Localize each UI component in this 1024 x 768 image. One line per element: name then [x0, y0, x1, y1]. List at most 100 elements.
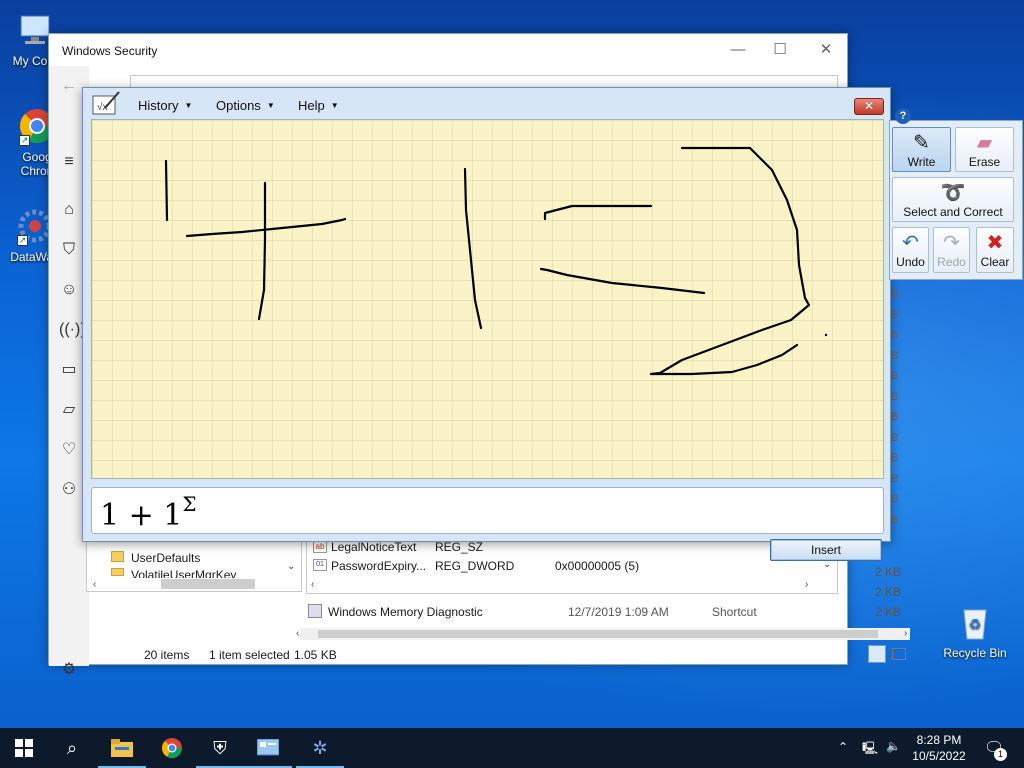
dropdown-caret-icon: ▼	[330, 101, 339, 110]
select-correct-label: Select and Correct	[903, 205, 1003, 219]
ink-stroke	[164, 159, 169, 222]
system-clock[interactable]: 8:28 PM 10/5/2022	[900, 732, 978, 764]
scroll-right-icon[interactable]: ›	[904, 628, 907, 639]
insert-button[interactable]: Insert	[770, 539, 882, 561]
dropdown-caret-icon: ▼	[266, 101, 275, 110]
reg-value-data: 0x00000005 (5)	[555, 559, 640, 573]
scroll-down-icon[interactable]: ⌄	[287, 561, 295, 572]
maximize-button[interactable]: ☐	[757, 39, 803, 61]
menu-label: Help	[298, 98, 325, 113]
write-button[interactable]: ✎ Write	[892, 127, 951, 172]
undo-button[interactable]: ↶ Undo	[892, 227, 929, 273]
status-selected: 1 item selected	[209, 648, 290, 662]
scroll-left-icon[interactable]: ‹	[93, 579, 96, 590]
file-size: 2 KB	[875, 565, 902, 579]
volume-icon[interactable]: 🔈	[886, 739, 901, 753]
taskbar: ⌕ ⛨ ✲ ⌃ 🖳 🔈 8:28 PM 10/5/2022 🗨 1	[0, 728, 1024, 768]
ink-dot	[824, 333, 828, 337]
menu-label: History	[138, 98, 179, 113]
family-icon[interactable]: ⚇	[59, 480, 79, 500]
recycle-bin-icon: ♻	[955, 602, 995, 642]
ink-stroke	[463, 167, 483, 330]
lasso-icon: ➰	[940, 182, 966, 204]
folder-icon	[111, 568, 124, 576]
redo-button[interactable]: ↷ Redo	[933, 227, 970, 273]
control-panel-icon	[256, 738, 280, 756]
menu-options[interactable]: Options ▼	[216, 98, 275, 113]
tree-item[interactable]: UserDefaults	[131, 551, 200, 565]
recognition-preview[interactable]: 1 + 1Σ	[91, 487, 884, 534]
preview-main: 1 + 1	[100, 498, 183, 533]
start-icon	[15, 739, 33, 757]
clear-button[interactable]: ✖ Clear	[976, 227, 1014, 273]
taskbar-control-panel[interactable]	[244, 728, 292, 768]
math-panel-app-icon: √x	[91, 90, 121, 116]
clear-label: Clear	[980, 255, 1010, 269]
minimize-button[interactable]: —	[715, 39, 761, 61]
desktop-icon-label: Recycle Bin	[943, 646, 1007, 660]
close-button[interactable]: ✕	[803, 39, 849, 61]
notification-count-badge: 1	[994, 748, 1007, 761]
details-view-icon[interactable]	[868, 645, 886, 663]
ink-stroke	[649, 146, 811, 376]
select-and-correct-button[interactable]: ➰ Select and Correct	[892, 177, 1014, 222]
math-panel-close-button[interactable]: ✕	[854, 98, 884, 115]
laptop-icon[interactable]: ▱	[59, 400, 79, 420]
scrollbar-thumb[interactable]	[318, 630, 878, 638]
scroll-left-icon[interactable]: ‹	[311, 579, 314, 590]
wifi-icon[interactable]: ((·))	[59, 320, 86, 340]
file-size: 2 KB	[875, 605, 902, 619]
taskbar-datawag[interactable]: ✲	[296, 728, 344, 768]
taskbar-file-explorer[interactable]	[98, 728, 146, 768]
menu-history[interactable]: History ▼	[138, 98, 192, 113]
network-icon[interactable]: 🖳	[862, 739, 878, 760]
search-button[interactable]: ⌕	[48, 728, 96, 768]
reg-value-type: REG_SZ	[435, 540, 484, 554]
reg-value-name[interactable]: LegalNoticeText	[331, 540, 416, 554]
file-list-hscrollbar[interactable]: ‹ ›	[296, 628, 910, 640]
ink-stroke	[257, 181, 267, 321]
erase-button[interactable]: ▰ Erase	[955, 127, 1014, 172]
shield-icon[interactable]: ⛉	[59, 240, 79, 260]
recognized-expression: 1 + 1Σ	[100, 492, 197, 533]
math-input-panel: √x History ▼ Options ▼ Help ▼ ✕ 1 + 1Σ	[82, 87, 891, 542]
ink-stroke	[539, 267, 706, 295]
reg-value-name[interactable]: PasswordExpiry...	[331, 559, 426, 573]
handwriting-canvas[interactable]	[91, 119, 884, 479]
home-icon[interactable]: ⌂	[59, 200, 79, 220]
taskbar-chrome[interactable]	[148, 728, 196, 768]
tree-item[interactable]: VolatileUserMgrKey	[131, 568, 236, 578]
pen-icon: ✎	[913, 132, 930, 154]
taskbar-windows-security[interactable]: ⛨	[196, 728, 244, 768]
start-button[interactable]	[0, 728, 48, 768]
ink-stroke	[543, 204, 653, 221]
registry-tree-panel: UserDefaults VolatileUserMgrKey ‹ ⌄	[86, 536, 302, 592]
heart-icon[interactable]: ♡	[59, 440, 79, 460]
reg-value-type: REG_DWORD	[435, 559, 515, 573]
help-icon[interactable]: ?	[895, 108, 911, 124]
menu-help[interactable]: Help ▼	[298, 98, 339, 113]
erase-label: Erase	[968, 155, 1001, 169]
settings-icon[interactable]: ⚙	[59, 660, 79, 680]
ink-strokes	[164, 146, 828, 376]
scroll-right-icon[interactable]: ›	[805, 579, 808, 590]
back-icon[interactable]: ←	[59, 76, 79, 96]
menu-icon[interactable]: ≡	[59, 152, 79, 172]
person-icon[interactable]: ☺	[59, 280, 79, 300]
menu-label: Options	[216, 98, 261, 113]
browser-icon[interactable]: ▭	[59, 360, 79, 380]
large-icons-view-icon[interactable]	[892, 648, 906, 660]
redo-icon: ↷	[943, 232, 960, 254]
shortcut-arrow-icon: ↗	[19, 135, 30, 146]
folder-icon	[111, 551, 124, 562]
desktop-icon-recycle-bin[interactable]: ♻ Recycle Bin	[940, 602, 1010, 660]
clock-time: 8:28 PM	[916, 733, 962, 747]
undo-icon: ↶	[902, 232, 919, 254]
scroll-left-icon[interactable]: ‹	[296, 628, 299, 639]
eraser-icon: ▰	[976, 132, 993, 154]
file-name[interactable]: Windows Memory Diagnostic	[328, 605, 483, 619]
file-size: 2 KB	[875, 585, 902, 599]
horizontal-scrollbar[interactable]	[161, 579, 255, 589]
notification-center-button[interactable]: 🗨 1	[984, 738, 1007, 761]
tray-overflow-icon[interactable]: ⌃	[838, 740, 848, 754]
